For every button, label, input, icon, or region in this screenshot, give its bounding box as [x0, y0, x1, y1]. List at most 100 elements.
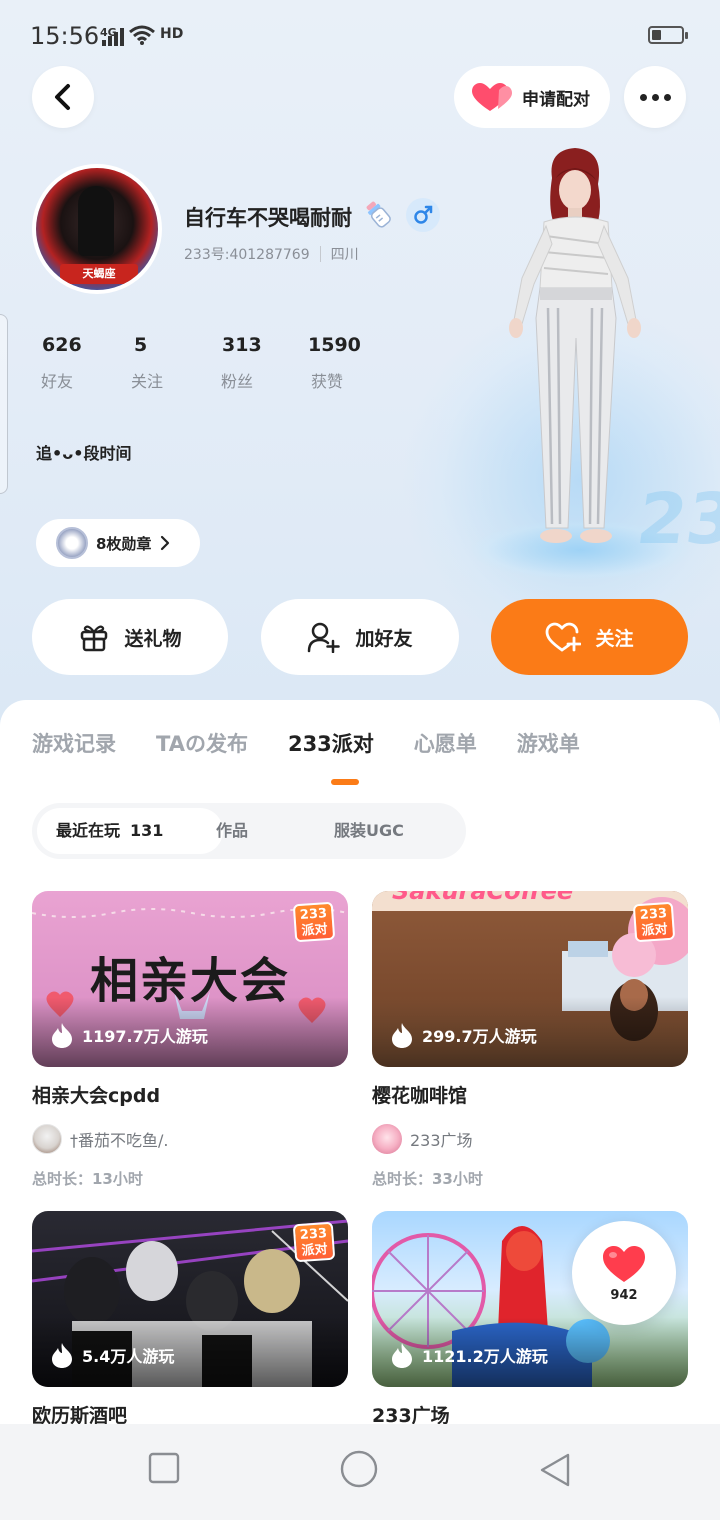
play-count-text: 5.4万人游玩	[82, 1347, 175, 1366]
stat-label: 粉丝	[221, 372, 254, 391]
status-time: 15:56	[30, 22, 100, 50]
profile-tabs: 游戏记录 TAの发布 233派对 心愿单 游戏单	[32, 728, 620, 758]
follow-button[interactable]: 关注	[491, 599, 688, 675]
tab-wishlist[interactable]: 心愿单	[414, 728, 477, 758]
party-233-badge: 233 派对	[292, 1221, 336, 1263]
sub-tab-switcher: 最近在玩 131 作品 服装UGC	[32, 803, 466, 859]
stat-friends[interactable]: 626 好友	[30, 334, 120, 392]
user-id-row: 233号:401287769 四川	[184, 244, 359, 264]
game-thumbnail-title: SakuraCoffee	[392, 891, 574, 905]
play-count-text: 1121.2万人游玩	[422, 1347, 548, 1366]
medal-icon	[56, 527, 88, 559]
like-floating-button[interactable]: 942	[572, 1221, 676, 1325]
user-name: 自行车不哭喝耐耐	[184, 206, 352, 230]
author-name: †番茄不吃鱼/.	[70, 1131, 169, 1150]
stat-likes[interactable]: 1590 获赞	[300, 334, 390, 392]
flame-icon	[392, 1023, 412, 1048]
chevron-left-icon	[55, 84, 70, 110]
follow-label: 关注	[595, 627, 634, 650]
game-title: 相亲大会cpdd	[32, 1085, 161, 1107]
play-count-text: 1197.7万人游玩	[82, 1027, 208, 1046]
flame-icon	[392, 1343, 412, 1368]
system-nav-bar	[0, 1424, 720, 1520]
chevron-right-icon	[161, 535, 170, 551]
tab-posts[interactable]: TAの发布	[156, 728, 248, 758]
divider	[319, 246, 321, 262]
tab-233-party[interactable]: 233派对	[288, 728, 374, 758]
baby-bottle-icon	[366, 201, 391, 228]
heart-plus-icon	[546, 622, 582, 652]
play-count: 299.7万人游玩	[390, 1021, 537, 1049]
recent-apps-icon[interactable]	[148, 1452, 180, 1484]
avatar[interactable]: 天蝎座	[32, 164, 162, 294]
play-duration: 总时长：33小时	[372, 1170, 483, 1188]
status-bar: 15:56 4G HD	[0, 0, 720, 72]
send-gift-label: 送礼物	[124, 627, 182, 650]
stat-value: 5	[134, 334, 148, 356]
author-avatar	[32, 1124, 62, 1154]
game-title: 樱花咖啡馆	[372, 1085, 468, 1107]
game-thumbnail: 相亲大会 233 派对 1197.7万人游玩	[32, 891, 348, 1067]
play-count: 1197.7万人游玩	[50, 1021, 208, 1049]
apply-match-label: 申请配对	[522, 89, 590, 110]
male-icon	[406, 198, 440, 232]
stats-row: 626 好友 5 关注 313 粉丝 1590 获赞	[30, 334, 390, 392]
like-count: 942	[610, 1287, 638, 1303]
badges-button[interactable]: 8枚勋章	[36, 519, 200, 567]
more-dots-icon	[639, 93, 671, 101]
game-author: 233广场	[372, 1124, 688, 1154]
stat-label: 好友	[41, 372, 74, 391]
subtab-recent-count: 131	[130, 821, 164, 840]
game-thumbnail: 233 派对 5.4万人游玩	[32, 1211, 348, 1387]
author-avatar	[372, 1124, 402, 1154]
game-author: †番茄不吃鱼/.	[32, 1124, 348, 1154]
play-count: 5.4万人游玩	[50, 1341, 174, 1369]
double-heart-icon	[472, 83, 512, 111]
avatar-banner-text: 天蝎座	[60, 264, 138, 284]
game-card[interactable]: SakuraCoffee 233 派对 299.7万人游玩 樱花咖啡馆 233广场…	[372, 891, 688, 1189]
active-tab-indicator	[331, 779, 359, 785]
subtab-recent-label: 最近在玩	[56, 821, 121, 840]
stat-value: 1590	[308, 334, 361, 356]
subtab-works[interactable]: 作品	[216, 808, 248, 854]
play-duration: 总时长：13小时	[32, 1170, 143, 1188]
hd-indicator: HD	[160, 26, 184, 42]
side-drawer-handle[interactable]	[0, 314, 8, 494]
party-233-badge: 233 派对	[632, 901, 676, 943]
add-user-icon	[308, 622, 341, 653]
subtab-ugc[interactable]: 服装UGC	[334, 808, 404, 854]
gift-icon	[81, 625, 108, 652]
more-button[interactable]	[624, 66, 686, 128]
author-name: 233广场	[410, 1131, 473, 1150]
add-friend-label: 加好友	[355, 627, 413, 650]
wifi-icon	[129, 25, 155, 45]
avatar-character[interactable]	[500, 148, 650, 548]
back-triangle-icon[interactable]	[538, 1452, 572, 1488]
stat-value: 313	[222, 334, 262, 356]
user-bio: 追•ᴗ•段时间	[36, 444, 132, 463]
game-card[interactable]: 233 派对 5.4万人游玩 欧历斯酒吧	[32, 1211, 348, 1428]
badges-label: 8枚勋章	[96, 534, 152, 553]
stat-following[interactable]: 5 关注	[120, 334, 210, 392]
stat-label: 关注	[131, 372, 164, 391]
game-thumbnail: SakuraCoffee 233 派对 299.7万人游玩	[372, 891, 688, 1067]
party-233-badge: 233 派对	[292, 901, 336, 943]
send-gift-button[interactable]: 送礼物	[32, 599, 228, 675]
play-count: 1121.2万人游玩	[390, 1341, 548, 1369]
heart-icon	[603, 1245, 645, 1282]
game-card[interactable]: 相亲大会 233 派对 1197.7万人游玩 相亲大会cpdd †番茄不吃鱼/. …	[32, 891, 348, 1189]
stat-value: 626	[42, 334, 82, 356]
stat-label: 获赞	[311, 372, 344, 391]
subtab-recent[interactable]: 最近在玩 131	[37, 808, 223, 854]
home-icon[interactable]	[340, 1450, 378, 1488]
add-friend-button[interactable]: 加好友	[261, 599, 459, 675]
signal-icon	[102, 28, 124, 46]
stat-fans[interactable]: 313 粉丝	[210, 334, 300, 392]
flame-icon	[52, 1023, 72, 1048]
back-button[interactable]	[32, 66, 94, 128]
user-id: 233号:401287769	[184, 247, 310, 263]
apply-match-button[interactable]: 申请配对	[454, 66, 610, 128]
tab-game-list[interactable]: 游戏单	[517, 728, 580, 758]
play-count-text: 299.7万人游玩	[422, 1027, 537, 1046]
tab-game-records[interactable]: 游戏记录	[32, 728, 116, 758]
